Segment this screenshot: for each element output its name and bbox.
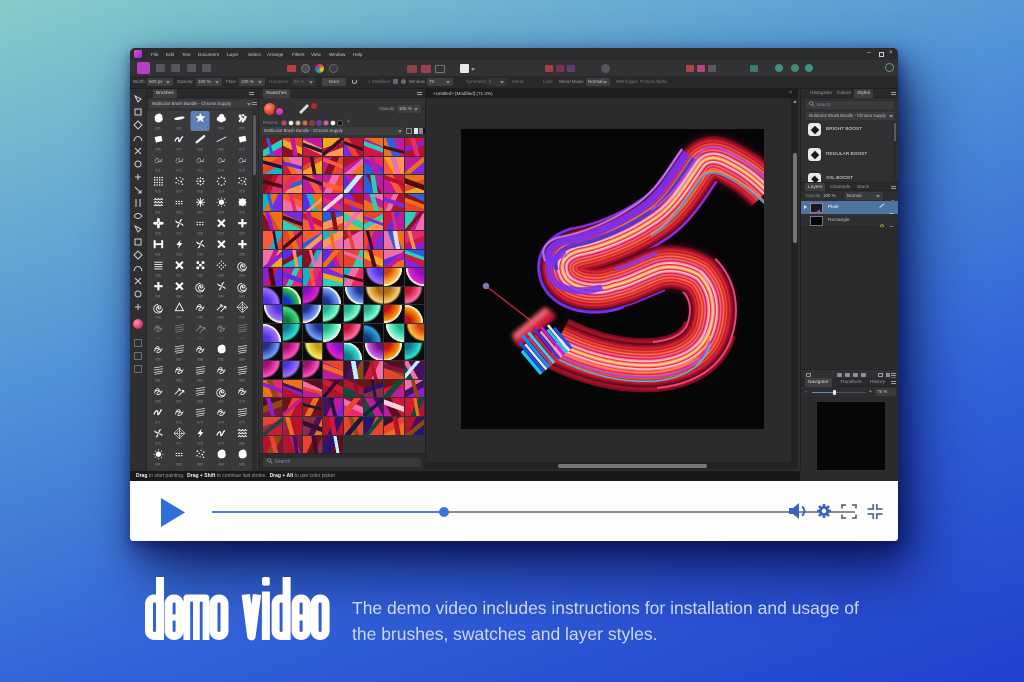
svg-text:082: 082 <box>176 463 182 467</box>
svg-text:075: 075 <box>239 421 245 425</box>
svg-text:035: 035 <box>239 253 245 257</box>
svg-text:026: 026 <box>155 232 161 236</box>
svg-text:057: 057 <box>176 358 182 362</box>
svg-text:064: 064 <box>218 379 224 383</box>
svg-text:055: 055 <box>239 337 245 341</box>
svg-text:045: 045 <box>239 295 245 299</box>
svg-text:060: 060 <box>239 358 245 362</box>
svg-text:006: 006 <box>155 148 161 152</box>
svg-text:008: 008 <box>197 148 203 152</box>
svg-text:070: 070 <box>239 400 245 404</box>
svg-text:032: 032 <box>176 253 182 257</box>
svg-text:042: 042 <box>176 295 182 299</box>
svg-text:038: 038 <box>197 274 203 278</box>
svg-text:020: 020 <box>239 190 245 194</box>
svg-text:085: 085 <box>239 463 245 467</box>
svg-text:066: 066 <box>155 400 161 404</box>
svg-text:084: 084 <box>218 463 224 467</box>
svg-text:069: 069 <box>218 400 224 404</box>
svg-text:068: 068 <box>197 400 203 404</box>
svg-text:039: 039 <box>218 274 224 278</box>
svg-text:009: 009 <box>218 148 224 152</box>
svg-text:080: 080 <box>239 442 245 446</box>
svg-text:015: 015 <box>239 169 245 173</box>
svg-text:054: 054 <box>218 337 224 341</box>
svg-text:063: 063 <box>197 379 203 383</box>
svg-text:030: 030 <box>239 232 245 236</box>
svg-text:078: 078 <box>197 442 203 446</box>
svg-text:013: 013 <box>197 169 203 173</box>
svg-text:031: 031 <box>155 253 161 257</box>
svg-text:002: 002 <box>176 127 182 131</box>
svg-text:001: 001 <box>155 127 161 131</box>
svg-text:034: 034 <box>218 253 224 257</box>
svg-text:071: 071 <box>155 421 161 425</box>
svg-text:022: 022 <box>176 211 182 215</box>
svg-text:074: 074 <box>218 421 224 425</box>
svg-text:037: 037 <box>176 274 182 278</box>
svg-text:004: 004 <box>218 127 224 131</box>
svg-text:081: 081 <box>155 463 161 467</box>
svg-text:049: 049 <box>218 316 224 320</box>
svg-text:018: 018 <box>197 190 203 194</box>
svg-text:050: 050 <box>239 316 245 320</box>
svg-text:062: 062 <box>176 379 182 383</box>
svg-text:044: 044 <box>218 295 224 299</box>
svg-text:083: 083 <box>197 463 203 467</box>
svg-text:024: 024 <box>218 211 224 215</box>
svg-text:076: 076 <box>155 442 161 446</box>
svg-text:021: 021 <box>155 211 161 215</box>
svg-text:053: 053 <box>197 337 203 341</box>
svg-text:058: 058 <box>197 358 203 362</box>
svg-text:016: 016 <box>155 190 161 194</box>
svg-text:025: 025 <box>239 211 245 215</box>
svg-text:048: 048 <box>197 316 203 320</box>
svg-text:043: 043 <box>197 295 203 299</box>
svg-text:059: 059 <box>218 358 224 362</box>
svg-text:029: 029 <box>218 232 224 236</box>
svg-text:010: 010 <box>239 148 245 152</box>
svg-text:023: 023 <box>197 211 203 215</box>
svg-text:067: 067 <box>176 400 182 404</box>
svg-text:047: 047 <box>176 316 182 320</box>
svg-text:073: 073 <box>197 421 203 425</box>
svg-text:011: 011 <box>155 169 161 173</box>
svg-text:012: 012 <box>176 169 182 173</box>
svg-text:014: 014 <box>218 169 224 173</box>
svg-text:033: 033 <box>197 253 203 257</box>
svg-text:052: 052 <box>176 337 182 341</box>
svg-text:056: 056 <box>155 358 161 362</box>
svg-text:041: 041 <box>155 295 161 299</box>
svg-text:051: 051 <box>155 337 161 341</box>
svg-text:077: 077 <box>176 442 182 446</box>
svg-text:046: 046 <box>155 316 161 320</box>
svg-text:003: 003 <box>197 127 203 131</box>
svg-text:072: 072 <box>176 421 182 425</box>
svg-text:028: 028 <box>197 232 203 236</box>
svg-text:027: 027 <box>176 232 182 236</box>
svg-text:040: 040 <box>239 274 245 278</box>
svg-text:065: 065 <box>239 379 245 383</box>
svg-text:005: 005 <box>239 127 245 131</box>
svg-text:017: 017 <box>176 190 182 194</box>
svg-text:036: 036 <box>155 274 161 278</box>
svg-text:019: 019 <box>218 190 224 194</box>
svg-text:079: 079 <box>218 442 224 446</box>
svg-text:007: 007 <box>176 148 182 152</box>
svg-text:061: 061 <box>155 379 161 383</box>
